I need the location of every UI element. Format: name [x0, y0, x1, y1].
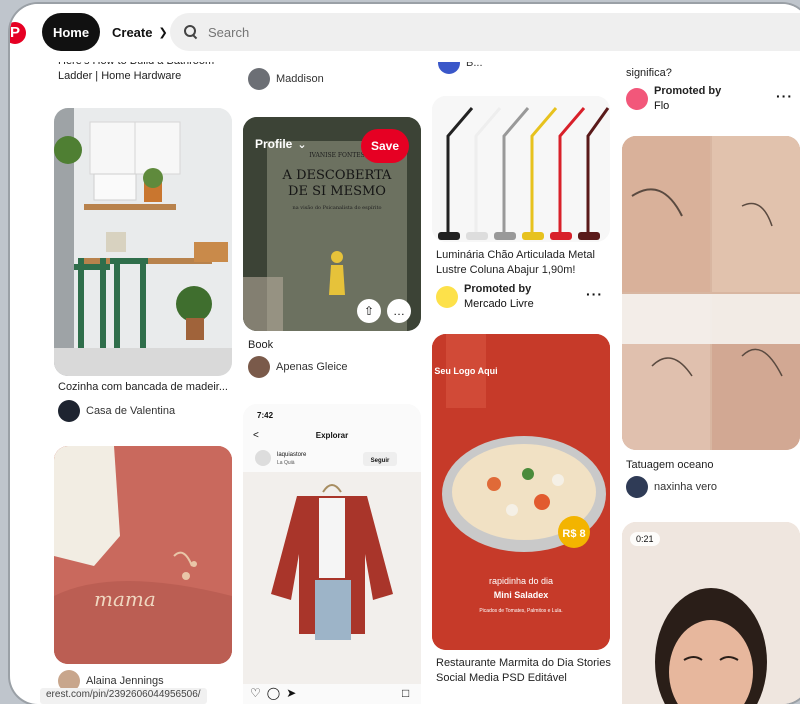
embroidery-text: mama — [94, 587, 156, 611]
kitchen-illustration — [54, 108, 232, 376]
store-name: laquiastore — [277, 452, 307, 458]
profile-dropdown-button[interactable]: Profile ⌄ — [255, 137, 307, 151]
pin-author-kitchen[interactable]: Casa de Valentina — [58, 400, 175, 422]
avatar — [58, 400, 80, 422]
tattoo-illustration — [622, 136, 800, 450]
search-bar[interactable] — [170, 13, 800, 51]
pin-title-lamps[interactable]: Luminária Chão Articulada Metal Lustre C… — [436, 248, 614, 278]
author-name: Casa de Valentina — [86, 405, 176, 417]
more-options-icon[interactable]: ··· — [586, 286, 603, 302]
advertiser-name: Mercado Livre — [464, 298, 534, 310]
save-button[interactable]: Save — [361, 129, 409, 163]
heart-icon[interactable]: ♡ — [250, 686, 261, 700]
pin-title-tattoo[interactable]: Tatuagem oceano — [626, 458, 713, 473]
create-button[interactable]: Create ❯ — [112, 13, 168, 51]
avatar — [626, 476, 648, 498]
avatar — [248, 68, 270, 90]
book-title-line1: A DESCOBERTA — [282, 168, 393, 183]
logo-placeholder-text: Seu Logo Aqui — [434, 366, 497, 376]
phone-time: 7:42 — [257, 411, 274, 420]
browser-window: P Home Create ❯ Here's How to Build a Ba… — [10, 4, 800, 704]
profile-label: Profile — [255, 137, 293, 151]
book-subtitle: na visão do Psicanalista do espírito — [292, 204, 381, 211]
search-icon — [184, 25, 198, 39]
follow-button: Seguir — [371, 458, 390, 464]
author-name: Apenas Gleice — [276, 361, 348, 373]
author-name: Alaina Jennings — [86, 675, 164, 687]
promoted-flo[interactable]: Promoted by Flo — [626, 84, 721, 114]
pin-author-tattoo[interactable]: naxinha vero — [626, 476, 717, 498]
pin-actions-row: ♡ ◯ ➤ — [250, 686, 296, 700]
pin-author-book[interactable]: Apenas Gleice — [248, 356, 348, 378]
pin-title-kitchen[interactable]: Cozinha com bancada de madeir... — [58, 380, 238, 395]
promoted-label: Promoted by — [654, 85, 722, 97]
avatar — [248, 356, 270, 378]
create-label: Create — [112, 24, 153, 40]
food-dish: Mini Saladex — [494, 590, 549, 600]
pin-title-book[interactable]: Book — [248, 338, 273, 353]
search-input[interactable] — [208, 24, 508, 40]
shirt-illustration: 7:42 Explorar < laquiastore La Quià Segu… — [243, 404, 421, 704]
pin-image-kitchen[interactable] — [54, 108, 232, 376]
promoted-label: Promoted by — [464, 283, 532, 295]
top-navigation: P Home Create ❯ — [10, 4, 800, 62]
pin-image-food-post[interactable]: Seu Logo Aqui R$ 8 rapidinha do dia Mini… — [432, 334, 610, 650]
pin-image-red-shirt[interactable]: 7:42 Explorar < laquiastore La Quià Segu… — [243, 404, 421, 704]
book-title-line2: DE SI MESMO — [288, 184, 386, 199]
store-subtitle: La Quià — [277, 460, 295, 466]
video-duration-badge: 0:21 — [630, 532, 660, 546]
promoted-lamps[interactable]: Promoted by Mercado Livre — [436, 282, 534, 312]
food-ingredients: Picados de Tomates, Palmitos e Lula. — [479, 608, 562, 614]
pinterest-logo-icon[interactable]: P — [10, 22, 26, 44]
pin-image-book[interactable]: IVANISE FONTES A DESCOBERTA DE SI MESMO … — [243, 117, 421, 331]
book-author-text: IVANISE FONTES — [309, 152, 364, 159]
screen-title: Explorar — [316, 431, 348, 440]
mercado-livre-logo-icon — [436, 286, 458, 308]
comment-icon[interactable]: ◯ — [267, 686, 280, 700]
portrait-illustration — [622, 522, 800, 704]
pin-title-food[interactable]: Restaurante Marmita do Dia Stories Socia… — [436, 656, 614, 686]
more-options-icon[interactable]: … — [387, 299, 411, 323]
author-name: Maddison — [276, 73, 324, 85]
status-url: erest.com/pin/2392606044956506/ — [40, 688, 207, 704]
more-options-icon[interactable]: ··· — [776, 88, 793, 104]
lamps-illustration — [432, 96, 610, 242]
svg-text:<: < — [253, 430, 259, 441]
home-button[interactable]: Home — [42, 13, 100, 51]
food-illustration: Seu Logo Aqui R$ 8 rapidinha do dia Mini… — [432, 334, 610, 650]
chevron-down-icon: ❯ — [158, 26, 168, 39]
flo-logo-icon — [626, 88, 648, 110]
sweatshirt-illustration: mama — [54, 446, 232, 664]
chevron-down-icon: ⌄ — [297, 138, 307, 151]
pin-image-video-portrait[interactable]: 0:21 — [622, 522, 800, 704]
pin-title-flo[interactable]: significa? — [626, 66, 672, 81]
food-headline: rapidinha do dia — [489, 576, 553, 586]
send-icon[interactable]: ➤ — [286, 686, 296, 700]
author-name: naxinha vero — [654, 481, 717, 493]
price-badge: R$ 8 — [562, 528, 585, 540]
pin-author-maddison[interactable]: Maddison — [248, 68, 324, 90]
pin-image-mama-sweatshirt[interactable]: mama — [54, 446, 232, 664]
advertiser-name: Flo — [654, 100, 670, 112]
share-icon[interactable]: ⇧ — [357, 299, 381, 323]
bookmark-icon[interactable]: □ — [402, 686, 409, 700]
pin-image-tattoo[interactable] — [622, 136, 800, 450]
pin-image-floor-lamps[interactable] — [432, 96, 610, 242]
